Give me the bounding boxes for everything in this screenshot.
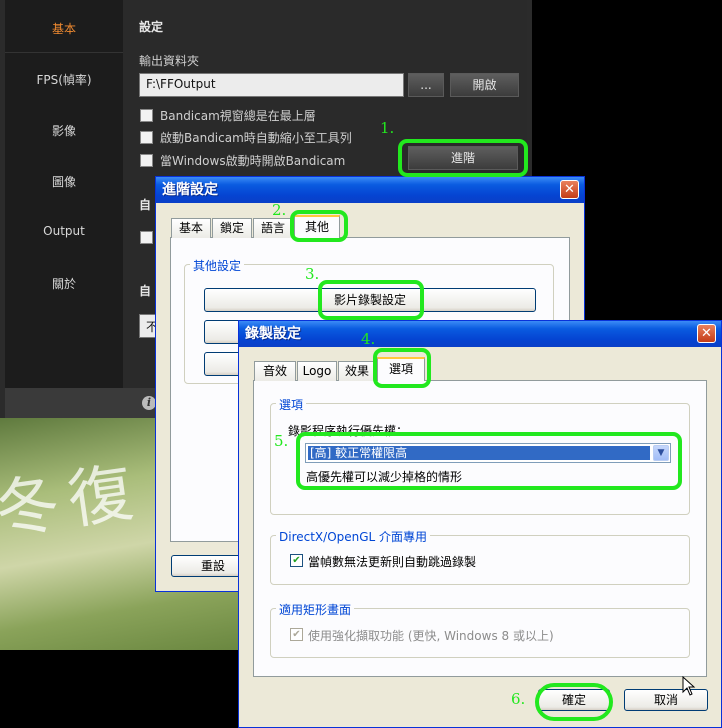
enhanced-capture-label: 使用強化擷取功能 (更快, Windows 8 或以上) [308, 629, 554, 643]
sidebar-item-video[interactable]: 影像 [5, 122, 123, 139]
tab-audio[interactable]: 音效 [254, 361, 296, 381]
highlight-video-settings [318, 280, 424, 320]
open-folder-button[interactable]: 開啟 [450, 73, 519, 97]
sidebar-item-output[interactable]: Output [5, 224, 123, 238]
highlight-advanced [398, 139, 528, 177]
bandicam-sidebar: 基本 FPS(幀率) 影像 圖像 Output 關於 [5, 0, 123, 388]
dialog-title: 進階設定 [156, 177, 584, 203]
tab-lock[interactable]: 鎖定 [212, 218, 252, 238]
start-with-windows-checkbox[interactable] [140, 154, 153, 167]
tab-logo[interactable]: Logo [297, 361, 337, 381]
output-folder-input[interactable]: F:\FFOutput [139, 73, 404, 97]
output-folder-label: 輸出資料夾 [139, 54, 200, 68]
mouse-cursor-icon [682, 676, 696, 696]
desktop-background-bottom [0, 650, 240, 728]
hidden-section-title: 自 [139, 198, 152, 212]
info-icon[interactable]: i [142, 396, 156, 410]
step-3-label: 3. [305, 265, 320, 283]
other-settings-title: 其他設定 [190, 257, 245, 274]
sidebar-item-about[interactable]: 關於 [5, 275, 123, 292]
highlight-other-tab [290, 210, 348, 242]
tab-effects[interactable]: 效果 [338, 361, 376, 381]
directx-group-title: DirectX/OpenGL 介面專用 [276, 528, 431, 545]
minimize-to-tray-label: 啟動Bandicam時自動縮小至工具列 [160, 131, 352, 145]
highlight-priority [296, 432, 682, 490]
browse-button[interactable]: ... [408, 73, 444, 97]
step-5-label: 5. [274, 432, 289, 450]
start-with-windows-label: 當Windows啟動時開啟Bandicam [160, 154, 346, 168]
highlight-ok [535, 683, 613, 721]
step-6-label: 6. [511, 690, 526, 708]
tab-language[interactable]: 語言 [253, 218, 293, 238]
sidebar-item-image[interactable]: 圖像 [5, 173, 123, 190]
step-4-label: 4. [361, 330, 376, 348]
always-on-top-checkbox[interactable] [140, 109, 153, 122]
minimize-to-tray-checkbox[interactable] [140, 131, 153, 144]
highlight-options-tab [373, 348, 431, 388]
tab-basic[interactable]: 基本 [171, 218, 211, 238]
dialog-title: 錄製設定 [239, 321, 721, 347]
step-1-label: 1. [380, 119, 395, 137]
sidebar-divider [5, 52, 123, 53]
hidden-checkbox[interactable] [140, 231, 153, 244]
sidebar-item-basic[interactable]: 基本 [5, 20, 123, 37]
hidden-section-title-2: 自 [139, 284, 152, 298]
skip-frames-checkbox[interactable]: ✔ [290, 554, 303, 567]
rect-group-title: 適用矩形畫面 [276, 601, 355, 618]
close-icon[interactable]: ✕ [560, 180, 579, 199]
always-on-top-label: Bandicam視窗總是在最上層 [160, 109, 316, 123]
options-group-title: 選項 [276, 396, 307, 413]
enhanced-capture-checkbox[interactable]: ✔ [290, 628, 303, 641]
step-2-label: 2. [272, 201, 287, 219]
sidebar-item-fps[interactable]: FPS(幀率) [5, 71, 123, 88]
section-title: 設定 [139, 20, 164, 34]
close-icon[interactable]: ✕ [697, 324, 716, 343]
skip-frames-label: 當幀數無法更新則自動跳過錄製 [308, 555, 477, 569]
